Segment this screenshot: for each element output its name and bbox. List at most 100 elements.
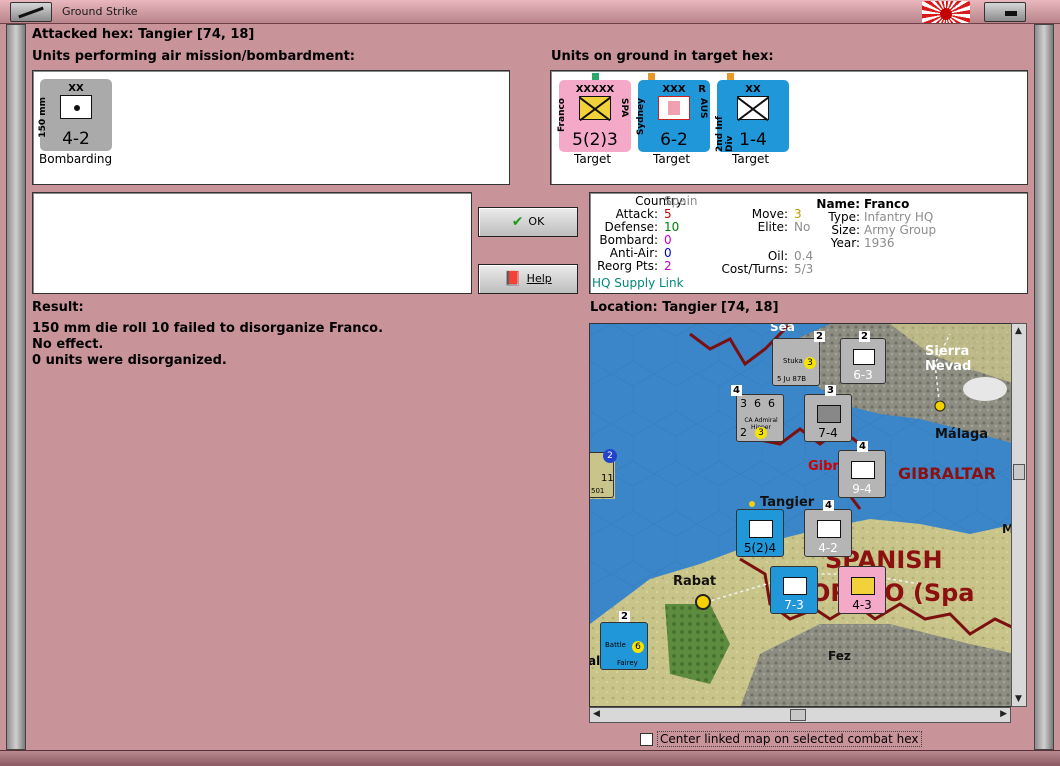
unit-value: 3	[755, 427, 767, 439]
result-line: 150 mm die roll 10 failed to disorganize…	[32, 321, 384, 336]
unit-size: XX	[745, 84, 761, 95]
unit-name: Franco	[557, 98, 567, 133]
help-button[interactable]: 📕 Help	[478, 264, 578, 294]
map-counter-stuka[interactable]: 2 Stuka 5 Ju 87B 3	[772, 331, 825, 386]
stack-count: 2	[603, 449, 617, 463]
map-counter-fairey[interactable]: 2 Battle Fairey 6	[600, 611, 648, 670]
air-units-header: Units performing air mission/bombardment…	[32, 49, 356, 64]
infantry-icon	[851, 461, 875, 479]
stack-count: 2	[619, 611, 630, 622]
japan-flag-icon	[922, 1, 970, 23]
infantry-icon	[737, 96, 769, 120]
supply-marker-icon	[648, 73, 655, 80]
scroll-left-arrow-icon[interactable]: ◀	[593, 709, 600, 719]
unit-value: 11	[601, 473, 614, 484]
help-label: Help	[526, 272, 552, 285]
unit-strength: 1-4	[739, 130, 767, 150]
map-counter-inf-7-4[interactable]: 3 7-4	[804, 385, 852, 442]
mechanized-icon	[853, 349, 875, 365]
cost-label: Cost/Turns:	[721, 262, 788, 276]
unit-strength: 7-3	[784, 598, 804, 612]
map-label-sierra: Sierra Nevad	[925, 344, 972, 374]
unit-strength: 4-2	[62, 129, 90, 149]
map-counter-spa-4-3[interactable]: 4-3	[838, 566, 886, 614]
ground-unit-counter-franco[interactable]: XXXXX Franco SPA 5(2)3	[557, 73, 631, 152]
ground-unit-counter-sydney[interactable]: XXX Sydney AUS R 6-2	[636, 73, 710, 152]
scroll-down-arrow-icon[interactable]: ▼	[1015, 694, 1022, 704]
reorg-label: Reorg Pts:	[597, 259, 658, 273]
map-counter-franco[interactable]: 5(2)4	[736, 509, 784, 557]
map-counter-inf-7-3[interactable]: 7-3	[770, 566, 818, 614]
unit-value: 6	[632, 641, 644, 653]
unit-sub: 501	[591, 487, 605, 495]
reorg-value: 2	[664, 259, 672, 273]
map-vertical-scrollbar[interactable]: ▲ ▼	[1011, 323, 1027, 707]
unit-nation: SPA	[619, 98, 629, 118]
infantry-icon	[817, 405, 841, 423]
combat-map[interactable]: Sierra Nevad Málaga Gibr GIBRALTAR Tangi…	[589, 323, 1015, 707]
map-label-gibraltar: GIBRALTAR	[898, 464, 996, 483]
unit-info-panel: Country: Spain Attack: 5 Defense: 10 Bom…	[589, 192, 1028, 294]
hq-supply-link[interactable]: HQ Supply Link	[592, 277, 684, 290]
unit-sub: Fairey	[617, 659, 638, 667]
map-counter-inf-9-4[interactable]: 4 9-4	[838, 441, 886, 498]
ok-label: OK	[528, 215, 545, 228]
vertical-scroll-thumb[interactable]	[1013, 464, 1025, 480]
map-counter-mech[interactable]: 2 6-3	[840, 331, 886, 384]
bottom-frame	[0, 750, 1060, 766]
air-unit-status: Bombarding	[39, 152, 113, 166]
air-unit-counter-150mm[interactable]: XX 150 mm 4-2	[38, 79, 112, 151]
unit-name: Battle	[605, 641, 626, 649]
artillery-icon	[817, 520, 841, 538]
map-label-tangier: Tangier	[760, 495, 815, 510]
result-header: Result:	[32, 300, 84, 315]
supply-marker-icon	[727, 73, 734, 80]
unit-strength: 7-4	[818, 426, 838, 440]
map-counter-ship[interactable]: 4 3 6 6 CA Admiral Hipper 2 3	[731, 385, 784, 442]
ground-unit-status: Target	[653, 152, 691, 166]
stack-count: 3	[825, 385, 836, 396]
year-value: 1936	[864, 236, 895, 250]
result-line: 0 units were disorganized.	[32, 353, 227, 368]
help-book-icon: 📕	[504, 271, 522, 287]
location-label: Location: Tangier [74, 18]	[590, 300, 779, 315]
unit-size: XXXXX	[575, 84, 615, 95]
window-title: Ground Strike	[62, 5, 138, 18]
ground-unit-counter-2nd-inf-div[interactable]: XX 2nd Inf Div 1-4	[715, 73, 789, 152]
map-label-malaga: Málaga	[935, 427, 989, 442]
ok-button[interactable]: ✔ OK	[478, 207, 578, 237]
map-horizontal-scrollbar[interactable]: ◀ ▶	[589, 707, 1011, 723]
stack-count: 4	[731, 385, 742, 396]
unit-strength: 4-3	[852, 598, 872, 612]
map-label-sea: Sea	[770, 323, 795, 334]
supply-marker-icon	[592, 73, 599, 80]
unit-nation: AUS	[698, 98, 708, 119]
horizontal-scroll-thumb[interactable]	[790, 709, 806, 721]
map-counter-left-air[interactable]: 2 11 501	[590, 449, 617, 498]
result-line: No effect.	[32, 337, 104, 352]
center-map-checkbox-label[interactable]: Center linked map on selected combat hex	[657, 731, 922, 747]
attacked-hex-label: Attacked hex: Tangier [74, 18]	[32, 27, 255, 42]
ground-units-panel: XXXXX Franco SPA 5(2)3 Target XXX Sydney…	[550, 70, 1028, 185]
unit-strength: 4-2	[818, 541, 838, 555]
stack-count: 2	[814, 331, 825, 342]
right-frame	[1034, 24, 1054, 750]
elite-label: Elite:	[757, 220, 788, 234]
ground-units-header: Units on ground in target hex:	[551, 49, 774, 64]
map-counter-150mm[interactable]: 4 4-2	[804, 500, 852, 557]
system-menu-button[interactable]	[10, 2, 52, 22]
title-bar: Ground Strike	[0, 0, 1060, 24]
unit-strength: 6-3	[853, 368, 873, 382]
unit-value: 3	[804, 357, 816, 369]
unit-sub: 5 Ju 87B	[777, 375, 807, 383]
hq-icon	[749, 520, 773, 538]
unit-name: Stuka	[783, 357, 803, 365]
center-map-checkbox[interactable]	[640, 733, 653, 746]
scroll-right-arrow-icon[interactable]: ▶	[1000, 709, 1007, 719]
unit-strength: 5(2)4	[743, 541, 777, 555]
unit-strength: 6-2	[660, 130, 688, 150]
map-label-gib-city: Gibr	[808, 459, 839, 474]
air-units-panel: XX 150 mm 4-2 Bombarding	[32, 70, 510, 185]
minimize-button[interactable]	[984, 2, 1026, 22]
scroll-up-arrow-icon[interactable]: ▲	[1015, 326, 1022, 336]
